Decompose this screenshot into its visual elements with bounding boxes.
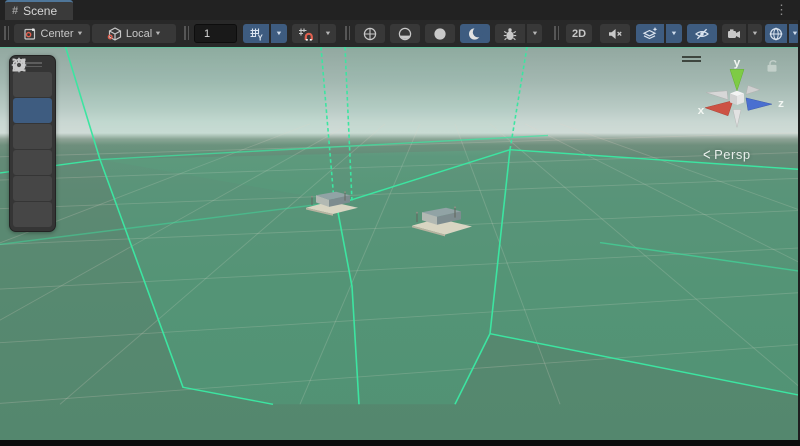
scene-camera-button[interactable] xyxy=(722,24,746,43)
projection-label: Persp xyxy=(714,147,750,162)
scene-lighting-toggle[interactable] xyxy=(460,24,490,43)
unity-scene-view-window: # Scene ⋮ Center ▼ Local ▼ xyxy=(0,0,800,446)
axis-neg-cone[interactable] xyxy=(746,85,760,94)
view-2d-toggle[interactable]: 2D xyxy=(566,24,592,43)
scene-audio-toggle[interactable] xyxy=(600,24,630,43)
chevron-down-icon: ▼ xyxy=(324,31,331,37)
rotate-tool-button[interactable] xyxy=(13,124,52,149)
scene-render: y x z xyxy=(0,47,800,440)
svg-text:Y: Y xyxy=(258,33,264,42)
pivot-center-icon xyxy=(22,26,38,42)
pan-tool-button[interactable] xyxy=(13,72,52,97)
grid-visibility-dropdown[interactable]: ▼ xyxy=(271,24,287,43)
gizmo-lock-icon[interactable] xyxy=(768,61,777,72)
shading-wireframe-toggle[interactable] xyxy=(355,24,385,43)
axis-x-label: x xyxy=(698,106,705,117)
shading-shaded-wire-toggle[interactable] xyxy=(390,24,420,43)
persp-chevron-icon: < xyxy=(703,145,711,164)
axis-z-cone[interactable] xyxy=(746,98,772,111)
move-tool-button[interactable] xyxy=(13,98,52,123)
axis-y-cone[interactable] xyxy=(730,69,744,90)
pivot-mode-dropdown[interactable]: Center ▼ xyxy=(14,24,90,43)
shading-solid-toggle[interactable] xyxy=(425,24,455,43)
projection-toggle[interactable]: < Persp xyxy=(703,147,751,162)
orientation-globe-icon xyxy=(768,26,784,42)
rect-tool-button[interactable] xyxy=(13,176,52,201)
scene-gizmos-toggle[interactable] xyxy=(765,24,787,43)
axis-neg-y-cone[interactable] xyxy=(733,110,741,128)
scene-viewport[interactable]: y x z < Persp xyxy=(0,47,800,440)
toolbar-drag-handle-2[interactable] xyxy=(553,26,560,40)
transform-tool-button[interactable] xyxy=(13,202,52,227)
wire-sphere-icon xyxy=(362,26,378,42)
chevron-down-icon: ▼ xyxy=(154,31,161,37)
chevron-down-icon: ▼ xyxy=(76,31,83,37)
snap-settings-button[interactable] xyxy=(292,24,318,43)
debug-draw-mode-dropdown[interactable]: ▼ xyxy=(527,24,542,43)
chevron-down-icon: ▼ xyxy=(670,31,677,37)
chevron-down-icon: ▼ xyxy=(751,31,758,37)
handle-orientation-dropdown[interactable]: Local ▼ xyxy=(92,24,176,43)
effects-layers-icon xyxy=(642,26,658,42)
scene-effects-dropdown[interactable]: ▼ xyxy=(666,24,682,43)
hidden-objects-toggle[interactable] xyxy=(687,24,717,43)
status-bar xyxy=(0,440,800,446)
tools-overlay xyxy=(9,55,56,232)
scene-camera-dropdown[interactable]: ▼ xyxy=(748,24,762,43)
window-more-menu-icon[interactable]: ⋮ xyxy=(775,1,788,19)
grid-y-axis-icon: Y xyxy=(248,26,264,42)
pivot-mode-label: Center xyxy=(41,28,74,40)
camera-icon xyxy=(726,26,742,42)
axis-z-label: z xyxy=(778,98,784,109)
transform-icon xyxy=(10,56,28,74)
crescent-moon-icon xyxy=(467,26,483,42)
toolbar-drag-handle[interactable] xyxy=(3,26,10,40)
local-cube-icon xyxy=(107,26,123,42)
tab-label: Scene xyxy=(23,4,57,18)
orientation-mode-label: Local xyxy=(126,28,152,40)
view-options-drag-handle[interactable] xyxy=(344,26,351,40)
debug-draw-mode-button[interactable] xyxy=(495,24,525,43)
scale-tool-button[interactable] xyxy=(13,150,52,175)
bug-icon xyxy=(502,26,518,42)
scene-toolbar: Center ▼ Local ▼ Y ▼ xyxy=(0,20,800,48)
half-shaded-sphere-icon xyxy=(397,26,413,42)
scene-tab-grid-icon: # xyxy=(12,5,18,17)
chevron-down-icon: ▼ xyxy=(531,31,538,37)
tab-scene[interactable]: # Scene xyxy=(5,0,73,20)
grid-visibility-button[interactable]: Y xyxy=(243,24,269,43)
scene-effects-toggle[interactable] xyxy=(636,24,664,43)
snap-settings-dropdown[interactable]: ▼ xyxy=(320,24,336,43)
snap-increment-input[interactable] xyxy=(194,24,237,43)
axis-y-label: y xyxy=(734,57,741,68)
axis-x-cone[interactable] xyxy=(705,101,733,116)
grid-magnet-icon xyxy=(297,26,313,42)
eye-slash-icon xyxy=(694,26,710,42)
speaker-muted-icon xyxy=(607,26,623,42)
grid-snap-drag-handle[interactable] xyxy=(183,26,190,40)
axis-neg-cone[interactable] xyxy=(706,91,728,100)
chevron-down-icon: ▼ xyxy=(275,31,282,37)
overlay-drag-handle[interactable] xyxy=(682,56,701,64)
solid-sphere-icon xyxy=(432,26,448,42)
tab-bar: # Scene ⋮ xyxy=(0,0,800,21)
view-2d-label: 2D xyxy=(572,28,586,40)
